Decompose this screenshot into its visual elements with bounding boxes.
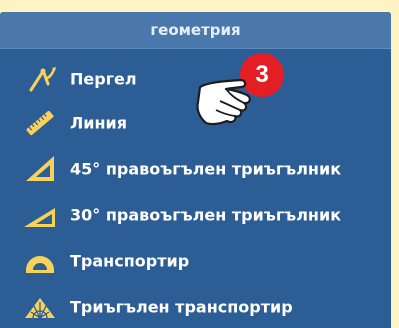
menu-item-label: Триъгълен транспортир bbox=[70, 297, 293, 317]
set-square-30-icon bbox=[22, 200, 58, 230]
geometry-tools-panel: геометрия Пергел Линия 45° правоъгълен т… bbox=[0, 12, 391, 328]
menu-item-protractor[interactable]: Транспортир bbox=[0, 239, 391, 283]
menu-item-label: Транспортир bbox=[70, 251, 190, 271]
menu-item-triangular-protractor[interactable]: Триъгълен транспортир bbox=[0, 285, 391, 328]
pointing-hand-icon bbox=[190, 72, 268, 134]
set-square-45-icon bbox=[22, 154, 58, 184]
panel-header: геометрия bbox=[0, 12, 391, 49]
menu-item-label: Линия bbox=[70, 113, 128, 133]
protractor-icon bbox=[22, 246, 58, 276]
menu-item-label: Пергел bbox=[70, 69, 137, 89]
menu-item-label: 45° правоъгълен триъгълник bbox=[70, 159, 342, 179]
triangular-protractor-icon bbox=[22, 292, 58, 322]
menu-item-set-square-45[interactable]: 45° правоъгълен триъгълник bbox=[0, 147, 391, 191]
compass-icon bbox=[22, 64, 58, 94]
menu-item-label: 30° правоъгълен триъгълник bbox=[70, 205, 342, 225]
menu-item-set-square-30[interactable]: 30° правоъгълен триъгълник bbox=[0, 193, 391, 237]
ruler-icon bbox=[22, 108, 58, 138]
